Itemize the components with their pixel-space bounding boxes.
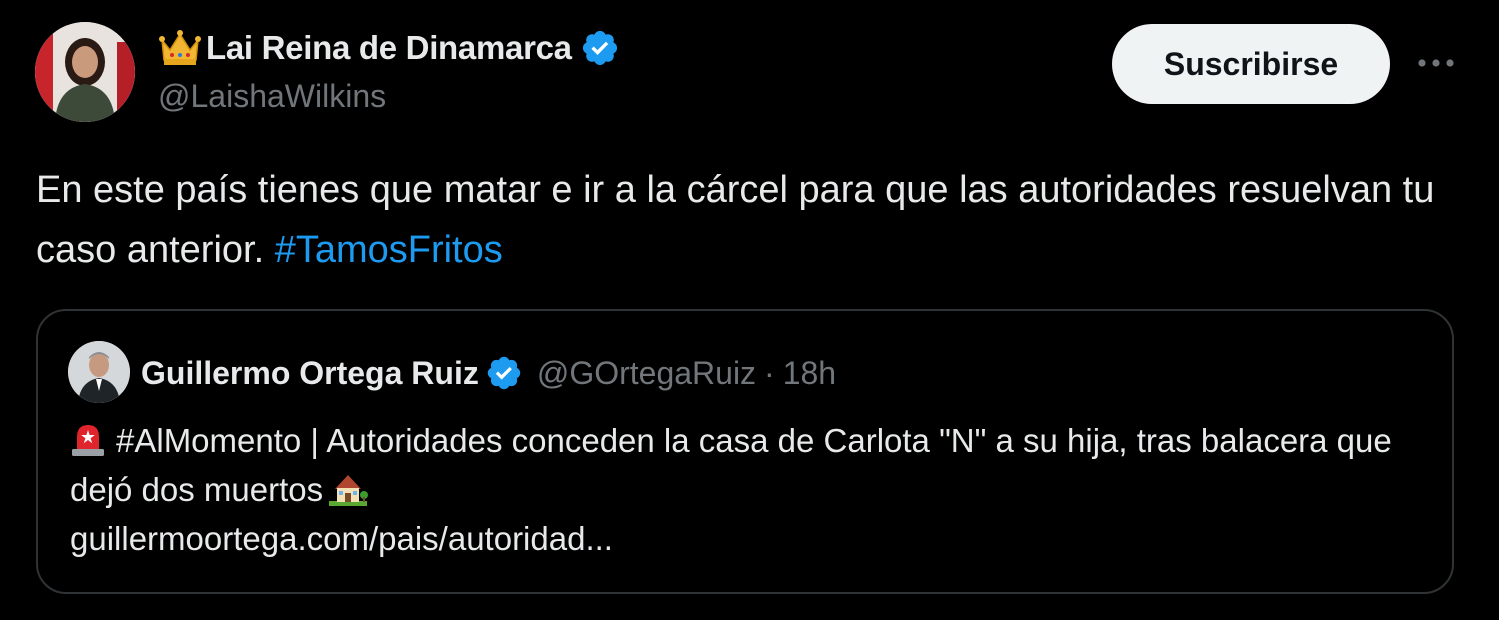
author-display-name[interactable]: Lai Reina de Dinamarca bbox=[206, 29, 572, 67]
author-name-line: Lai Reina de Dinamarca bbox=[158, 26, 620, 70]
separator-dot: · bbox=[764, 354, 775, 391]
subscribe-button[interactable]: Suscribirse bbox=[1112, 24, 1390, 104]
quote-author-name[interactable]: Guillermo Ortega Ruiz bbox=[141, 355, 479, 392]
author-handle[interactable]: @LaishaWilkins bbox=[158, 78, 386, 115]
quote-timestamp[interactable]: 18h bbox=[783, 355, 836, 392]
house-icon bbox=[327, 469, 369, 507]
quote-header: Guillermo Ortega Ruiz @GOrtegaRuiz · 18h bbox=[141, 351, 836, 395]
hashtag-link[interactable]: #TamosFritos bbox=[275, 229, 503, 271]
verified-badge-icon[interactable] bbox=[580, 28, 620, 68]
tweet-text: En este país tienes que matar e ir a la … bbox=[36, 160, 1456, 280]
quote-author-avatar[interactable] bbox=[68, 341, 130, 403]
author-avatar[interactable] bbox=[35, 22, 135, 122]
quote-text: #AlMomento | Autoridades conceden la cas… bbox=[70, 416, 1430, 563]
more-options-icon[interactable] bbox=[1408, 40, 1464, 86]
quoted-tweet[interactable]: Guillermo Ortega Ruiz @GOrtegaRuiz · 18h… bbox=[36, 309, 1454, 594]
quote-author-handle[interactable]: @GOrtegaRuiz bbox=[537, 355, 756, 392]
siren-icon bbox=[70, 421, 106, 457]
tweet-card: Lai Reina de Dinamarca @LaishaWilkins Su… bbox=[0, 0, 1499, 620]
verified-badge-icon[interactable] bbox=[485, 354, 523, 392]
quote-link[interactable]: guillermoortega.com/pais/autoridad... bbox=[70, 520, 613, 557]
quote-body: #AlMomento | Autoridades conceden la cas… bbox=[70, 422, 1392, 508]
tweet-body: En este país tienes que matar e ir a la … bbox=[36, 169, 1435, 271]
crown-icon bbox=[158, 28, 202, 68]
